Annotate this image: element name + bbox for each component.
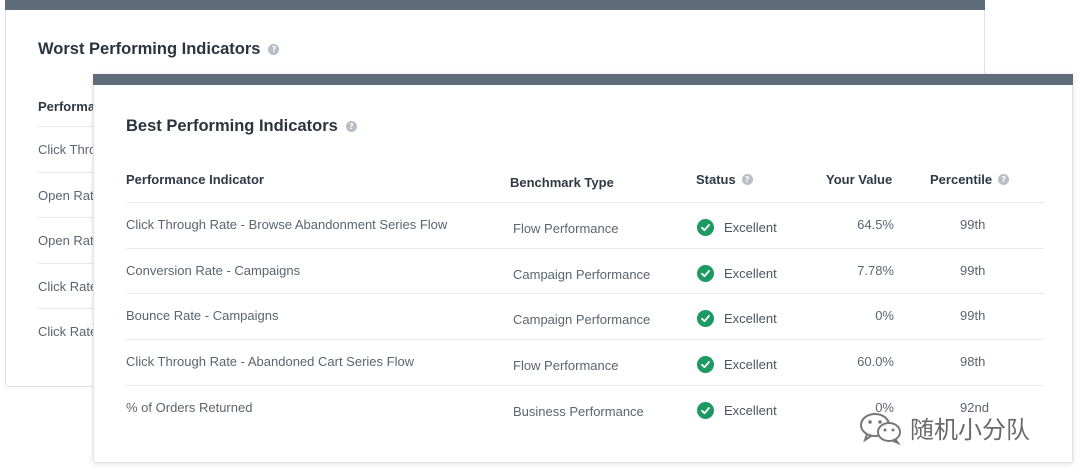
watermark: 随机小分队 — [858, 410, 1030, 445]
status-label: Excellent — [724, 220, 777, 235]
check-circle-icon — [697, 310, 714, 328]
percentile-cell: 99th — [960, 217, 986, 232]
watermark-text: 随机小分队 — [910, 417, 1030, 444]
benchmark-cell: Business Performance — [513, 403, 644, 419]
col-header-value: Your Value — [826, 172, 892, 187]
status-label: Excellent — [724, 402, 777, 418]
table-row[interactable]: Click Through Rate - Browse Abandonment … — [126, 202, 1044, 248]
benchmark-screen: Worst Performing Indicators ? Performa C… — [0, 0, 1080, 476]
check-circle-icon — [697, 219, 714, 236]
status-cell: Excellent — [697, 356, 777, 374]
check-circle-icon — [697, 264, 714, 282]
best-performing-card: Best Performing Indicators ? Performance… — [93, 74, 1073, 463]
indicator-cell: Bounce Rate - Campaigns — [126, 308, 279, 324]
status-cell: Excellent — [697, 264, 777, 282]
col-header-percentile-label: Percentile — [930, 172, 993, 187]
table-row[interactable]: Conversion Rate - Campaigns Campaign Perf… — [126, 247, 1044, 294]
col-header-value-label: Your Value — [826, 172, 893, 187]
percentile-cell: 99th — [960, 308, 986, 324]
status-label: Excellent — [724, 311, 777, 327]
col-header-status: Status ? — [696, 172, 753, 187]
status-cell: Excellent — [697, 401, 777, 419]
percentile-cell: 98th — [960, 354, 986, 370]
check-circle-icon — [697, 401, 714, 419]
card-header-bar — [93, 74, 1073, 85]
help-icon[interactable]: ? — [998, 174, 1010, 185]
table-header: Performance Indicator Benchmark Type Sta… — [126, 172, 1044, 202]
status-cell: Excellent — [697, 310, 777, 328]
benchmark-cell: Flow Performance — [513, 221, 619, 236]
card-header-bar — [5, 0, 985, 10]
col-header-benchmark: Benchmark Type — [510, 175, 614, 190]
best-card-title-wrap: Best Performing Indicators ? — [126, 117, 357, 136]
indicator-cell: Click Through Rate - Browse Abandonment … — [126, 217, 448, 232]
wechat-icon — [860, 412, 901, 445]
table-row[interactable]: Click Through Rate - Abandoned Cart Seri… — [126, 339, 1044, 385]
indicator-cell: Conversion Rate - Campaigns — [126, 262, 301, 278]
best-card-title: Best Performing Indicators — [126, 117, 338, 135]
col-header-indicator: Performance Indicator — [126, 172, 264, 187]
col-header-indicator-label: Performance Indicator — [126, 172, 264, 187]
indicator-cell: Click Through Rate - Abandoned Cart Seri… — [126, 354, 415, 370]
value-cell: 60.0% — [857, 354, 894, 370]
col-header-benchmark-label: Benchmark Type — [510, 175, 614, 190]
worst-card-title-wrap: Worst Performing Indicators ? — [38, 40, 280, 59]
benchmark-cell: Campaign Performance — [513, 266, 651, 282]
benchmark-cell: Campaign Performance — [513, 312, 651, 328]
status-label: Excellent — [724, 265, 777, 281]
help-icon[interactable]: ? — [741, 174, 753, 185]
status-label: Excellent — [724, 357, 777, 373]
indicator-cell: % of Orders Returned — [126, 399, 253, 415]
help-icon[interactable]: ? — [345, 121, 357, 132]
percentile-cell: 99th — [960, 262, 986, 278]
check-circle-icon — [697, 356, 714, 374]
benchmark-cell: Flow Performance — [513, 358, 619, 374]
best-table-body: Click Through Rate - Browse Abandonment … — [126, 202, 1044, 430]
worst-card-title: Worst Performing Indicators — [38, 40, 261, 58]
col-header-status-label: Status — [696, 172, 736, 187]
worst-column-header: Performa — [38, 99, 96, 114]
table-row[interactable]: Bounce Rate - Campaigns Campaign Performa… — [126, 293, 1044, 339]
value-cell: 64.5% — [857, 217, 894, 232]
status-cell: Excellent — [697, 219, 777, 236]
value-cell: 7.78% — [857, 262, 894, 278]
help-icon[interactable]: ? — [268, 44, 280, 55]
value-cell: 0% — [875, 308, 894, 324]
col-header-percentile: Percentile ? — [930, 172, 1010, 187]
